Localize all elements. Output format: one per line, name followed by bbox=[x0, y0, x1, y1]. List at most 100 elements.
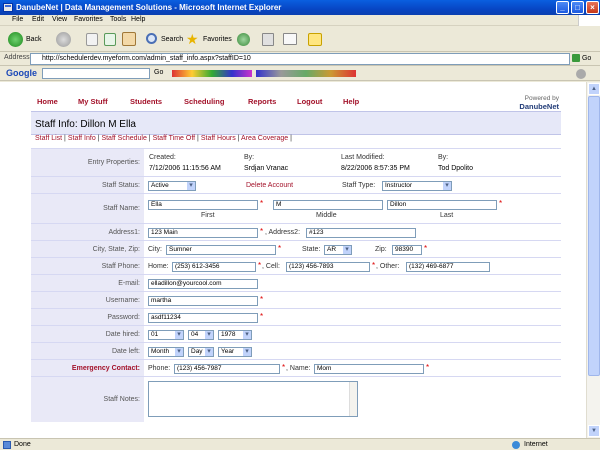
required-marker: * bbox=[499, 199, 503, 208]
hired-day-select[interactable]: 04 bbox=[188, 330, 214, 340]
page-scrollbar[interactable]: ▲ ▼ bbox=[586, 82, 600, 438]
status-bar: Done Internet bbox=[0, 438, 600, 450]
date-left-label: Date left: bbox=[31, 343, 144, 359]
scroll-up-arrow-icon[interactable]: ▲ bbox=[588, 83, 600, 95]
nav-reports[interactable]: Reports bbox=[248, 97, 276, 106]
google-search-input[interactable] bbox=[42, 68, 150, 79]
close-button[interactable]: × bbox=[586, 1, 599, 14]
print-icon[interactable] bbox=[262, 33, 274, 46]
browser-content: Home My Stuff Students Scheduling Report… bbox=[0, 82, 600, 438]
middle-name-input[interactable]: M bbox=[273, 200, 383, 210]
address2-input[interactable]: #123 bbox=[306, 228, 416, 238]
subnav-staff-hours[interactable]: Staff Hours bbox=[201, 135, 236, 142]
address-label: Address bbox=[4, 54, 30, 61]
forward-arrow-icon[interactable] bbox=[56, 32, 71, 47]
back-button-label[interactable]: Back bbox=[26, 36, 42, 43]
nav-scheduling[interactable]: Scheduling bbox=[184, 97, 224, 106]
city-input[interactable]: Sumner bbox=[166, 245, 276, 255]
nav-my-stuff[interactable]: My Stuff bbox=[78, 97, 108, 106]
notes-icon[interactable] bbox=[308, 33, 322, 46]
email-input[interactable]: elladillon@yourcool.com bbox=[148, 279, 258, 289]
first-name-value: Ella bbox=[151, 201, 162, 208]
go-button[interactable]: Go bbox=[572, 53, 598, 65]
menu-tools[interactable]: Tools bbox=[110, 16, 126, 23]
edit-icon[interactable] bbox=[283, 33, 297, 45]
address1-input[interactable]: 123 Main bbox=[148, 228, 258, 238]
left-month-select[interactable]: Month bbox=[148, 347, 184, 357]
menu-help[interactable]: Help bbox=[131, 16, 145, 23]
stop-icon[interactable] bbox=[86, 33, 98, 46]
username-input[interactable]: martha bbox=[148, 296, 258, 306]
search-icon[interactable] bbox=[146, 33, 157, 44]
state-select[interactable]: AR bbox=[324, 245, 352, 255]
go-label: Go bbox=[581, 55, 592, 62]
home-icon[interactable] bbox=[122, 32, 136, 46]
hired-month-select[interactable]: 01 bbox=[148, 330, 184, 340]
maximize-button[interactable]: □ bbox=[571, 1, 584, 14]
emergency-phone-input[interactable]: (123) 456-7987 bbox=[174, 364, 280, 374]
nav-logout[interactable]: Logout bbox=[297, 97, 322, 106]
other-phone-input[interactable]: (132) 469-6877 bbox=[406, 262, 490, 272]
window-title-bar[interactable]: DanubeNet | Data Management Solutions - … bbox=[0, 0, 600, 15]
menu-file[interactable]: File bbox=[12, 16, 23, 23]
scroll-thumb[interactable] bbox=[588, 96, 600, 376]
menu-edit[interactable]: Edit bbox=[32, 16, 44, 23]
staff-notes-textarea[interactable] bbox=[148, 381, 358, 417]
emergency-contact-row: Emergency Contact: Phone: (123) 456-7987… bbox=[31, 359, 561, 376]
password-row: Password: asdf11234 * bbox=[31, 308, 561, 325]
first-name-input[interactable]: Ella bbox=[148, 200, 258, 210]
history-icon[interactable] bbox=[237, 33, 250, 46]
google-toolbar-tools[interactable] bbox=[256, 70, 356, 77]
back-arrow-icon[interactable] bbox=[8, 32, 23, 47]
email-label: E-mail: bbox=[31, 275, 144, 291]
google-go-button[interactable]: Go bbox=[154, 69, 163, 76]
nav-students[interactable]: Students bbox=[130, 97, 162, 106]
nav-help[interactable]: Help bbox=[343, 97, 359, 106]
cell-phone-input[interactable]: (123) 456-7893 bbox=[286, 262, 370, 272]
settings-gear-icon[interactable] bbox=[576, 69, 586, 79]
emergency-name-input[interactable]: Mom bbox=[314, 364, 424, 374]
scroll-down-arrow-icon[interactable]: ▼ bbox=[588, 425, 600, 437]
textarea-scrollbar[interactable] bbox=[349, 382, 357, 416]
address-input[interactable]: http://schedulerdev.myeform.com/admin_st… bbox=[30, 53, 570, 65]
address-url: http://schedulerdev.myeform.com/admin_st… bbox=[42, 55, 251, 62]
last-name-input[interactable]: Dillon bbox=[387, 200, 497, 210]
favorites-button-label[interactable]: Favorites bbox=[203, 36, 232, 43]
danubenet-brand: DanubeNet bbox=[519, 102, 559, 111]
favorites-star-icon[interactable]: ★ bbox=[186, 32, 200, 46]
delete-account-link[interactable]: Delete Account bbox=[246, 182, 293, 189]
created-value: 7/12/2006 11:15:56 AM bbox=[149, 165, 221, 172]
subnav-staff-list[interactable]: Staff List bbox=[35, 135, 62, 142]
address1-label: Address1: bbox=[31, 224, 144, 240]
staff-status-select[interactable]: Active bbox=[148, 181, 196, 191]
nav-home[interactable]: Home bbox=[37, 97, 58, 106]
zip-value: 98390 bbox=[395, 246, 414, 253]
google-toolbar-icons[interactable] bbox=[172, 70, 252, 77]
menu-bar: File Edit View Favorites Tools Help bbox=[0, 15, 600, 26]
staff-phone-row: Staff Phone: Home: (253) 612-3456 * , Ce… bbox=[31, 257, 561, 274]
hired-year-value: 1978 bbox=[221, 331, 236, 338]
hired-year-select[interactable]: 1978 bbox=[218, 330, 252, 340]
staff-type-select[interactable]: Instructor bbox=[382, 181, 452, 191]
left-day-select[interactable]: Day bbox=[188, 347, 214, 357]
subnav-area-coverage[interactable]: Area Coverage bbox=[241, 135, 288, 142]
hired-month-value: 01 bbox=[151, 331, 159, 338]
middle-name-value: M bbox=[276, 201, 282, 208]
emergency-phone-label: Phone: bbox=[148, 365, 171, 372]
staff-name-label: Staff Name: bbox=[31, 194, 144, 223]
city-value: Sumner bbox=[169, 246, 192, 253]
minimize-button[interactable]: _ bbox=[556, 1, 569, 14]
password-value: asdf11234 bbox=[151, 314, 181, 321]
menu-favorites[interactable]: Favorites bbox=[74, 16, 103, 23]
password-input[interactable]: asdf11234 bbox=[148, 313, 258, 323]
left-year-select[interactable]: Year bbox=[218, 347, 252, 357]
refresh-icon[interactable] bbox=[104, 33, 116, 46]
subnav-staff-info[interactable]: Staff Info bbox=[68, 135, 96, 142]
subnav-staff-time-off[interactable]: Staff Time Off bbox=[153, 135, 196, 142]
menu-view[interactable]: View bbox=[52, 16, 67, 23]
subnav-staff-schedule[interactable]: Staff Schedule bbox=[101, 135, 146, 142]
home-phone-input[interactable]: (253) 612-3456 bbox=[172, 262, 256, 272]
search-button-label[interactable]: Search bbox=[161, 36, 183, 43]
go-arrow-icon bbox=[572, 54, 580, 63]
zip-input[interactable]: 98390 bbox=[392, 245, 422, 255]
